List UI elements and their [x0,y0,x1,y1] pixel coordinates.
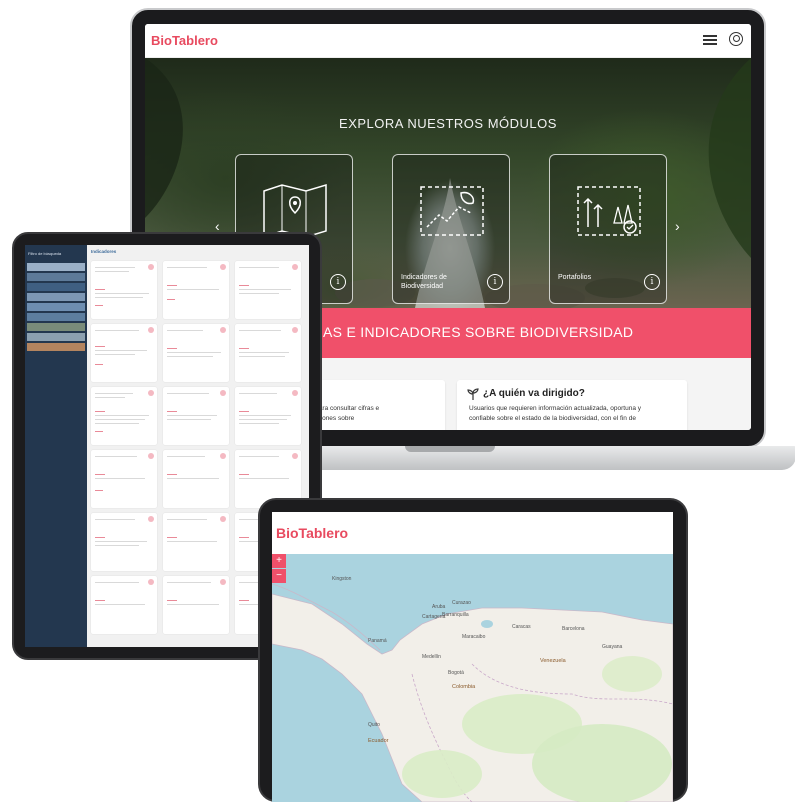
module-card-indicators[interactable]: Indicadores de Biodiversidad i [392,154,510,304]
sidebar-filter-item[interactable] [27,323,85,331]
info-icon[interactable]: i [644,274,660,290]
page-title: Indicadores [91,249,117,254]
site-header: BioTablero [272,512,673,554]
map-label: Aruba [432,604,446,610]
map-label: Barranquilla [442,612,469,618]
info-box-text: confiable sobre el estado de la biodiver… [469,415,636,422]
hero-title: EXPLORA NUESTROS MÓDULOS [339,116,557,131]
indicator-card-column [163,261,229,639]
sidebar-filter-item[interactable] [27,293,85,301]
info-icon[interactable]: i [487,274,503,290]
map-label: Colombia [452,684,476,690]
carousel-next-button[interactable]: › [675,218,680,234]
sidebar-filter-item[interactable] [27,313,85,321]
info-icon[interactable]: i [330,274,346,290]
indicator-card[interactable] [163,324,229,382]
indicator-card[interactable] [163,576,229,634]
map-label: Maracaibo [462,634,486,640]
map-label: Guayana [602,644,623,650]
chart-icon [420,186,484,236]
laptop-notch [405,446,495,452]
portfolio-icon [577,186,641,236]
module-card-portfolios[interactable]: Portafolios i [549,154,667,304]
user-account-icon[interactable] [729,32,743,46]
map-icon [263,183,327,239]
indicator-card[interactable] [91,513,157,571]
sidebar-filter-item[interactable] [27,273,85,281]
indicator-card[interactable] [91,450,157,508]
sidebar-filter-item[interactable] [27,263,85,271]
info-box-who: ¿A quién va dirigido? Usuarios que requi… [457,380,687,430]
indicator-card[interactable] [235,387,301,445]
indicator-card[interactable] [91,324,157,382]
map-label: Caracas [512,624,531,630]
sidebar-filter-item[interactable] [27,303,85,311]
map-label: Medellín [422,654,441,660]
indicator-card[interactable] [163,387,229,445]
site-header: BioTablero [145,24,751,58]
map-view[interactable]: + − Kingston Curazao Aruba Caracas Barce… [272,554,673,802]
indicator-card[interactable] [163,261,229,319]
indicator-card-column [91,261,157,639]
module-card-label: Indicadores de Biodiversidad [401,274,447,290]
indicator-card[interactable] [91,387,157,445]
sidebar-title: Filtro de búsqueda [28,251,62,256]
zoom-out-button[interactable]: − [272,569,286,583]
tablet-bottom-screen: BioTablero + − Kingston Curazao Aruba Ca… [272,512,673,802]
map-label: Curazao [452,600,471,606]
map-label: Ecuador [368,738,389,744]
sidebar-filter-item[interactable] [27,343,85,351]
indicator-card[interactable] [163,513,229,571]
sidebar-filter-item[interactable] [27,283,85,291]
map-label: Barcelona [562,626,585,632]
filter-sidebar: Filtro de búsqueda [25,245,87,647]
menu-icon[interactable] [703,33,717,47]
indicator-card[interactable] [163,450,229,508]
map-label: Kingston [332,576,352,582]
map-label: Quito [368,722,380,728]
banner-title: AS E INDICADORES SOBRE BIODIVERSIDAD [323,324,634,340]
indicator-card[interactable] [91,576,157,634]
sidebar-filter-item[interactable] [27,333,85,341]
map-label: Venezuela [540,658,566,664]
map-label: Bogotá [448,670,464,676]
info-box-title: ¿A quién va dirigido? [483,388,585,399]
map-label: Panamá [368,638,387,644]
zoom-in-button[interactable]: + [272,554,286,568]
info-box-text: Usuarios que requieren información actua… [469,405,641,412]
plant-icon [467,388,479,400]
indicator-card[interactable] [91,261,157,319]
module-card-label: Portafolios [558,274,592,281]
indicator-card[interactable] [235,324,301,382]
indicator-card[interactable] [235,261,301,319]
device-mockup-stage: BioTablero EXPLORA NUESTROS MÓDULOS ‹ › [0,0,795,802]
brand-logo[interactable]: BioTablero [276,525,348,541]
map-land [272,583,673,802]
brand-logo[interactable]: BioTablero [151,33,218,48]
